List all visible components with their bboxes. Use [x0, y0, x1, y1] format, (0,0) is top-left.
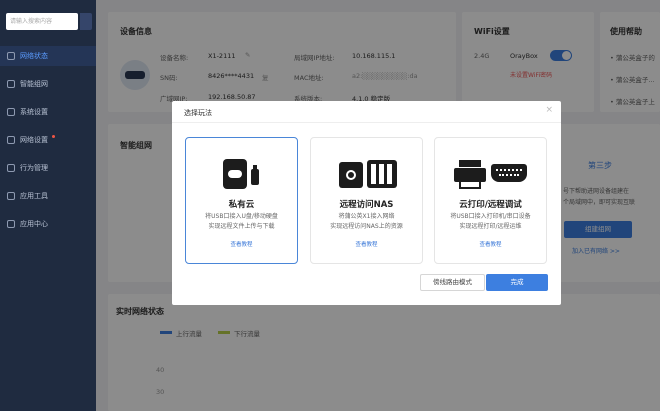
printer-top — [459, 160, 481, 167]
sidebar-item-smart-network[interactable]: 智能组网 — [0, 74, 96, 94]
router-mode-button[interactable]: 傍线路由模式 — [420, 274, 485, 291]
sidebar-item-tools[interactable]: 应用工具 — [0, 186, 96, 206]
monitor-icon — [7, 52, 15, 60]
option-name: 云打印/远程调试 — [459, 200, 522, 210]
sidebar-item-app-center[interactable]: 应用中心 — [0, 214, 96, 234]
choose-mode-modal: 选择玩法 × 私有云 将USB口接入U盘/移动硬盘 实现远程文件上传与下载 查看教… — [172, 101, 561, 305]
sidebar-item-label: 系统设置 — [20, 108, 48, 116]
option-desc: 将USB口接入打印机/串口设备 实现远程打印/远程运维 — [435, 212, 546, 232]
desc-line: 实现远程文件上传与下载 — [208, 223, 275, 230]
option-private-cloud[interactable]: 私有云 将USB口接入U盘/移动硬盘 实现远程文件上传与下载 查看教程 — [185, 137, 298, 264]
desc-line: 将蒲公英X1接入网络 — [338, 213, 395, 220]
sidebar-item-system-settings[interactable]: 系统设置 — [0, 102, 96, 122]
notification-dot — [52, 135, 55, 138]
drive-bay — [387, 164, 392, 184]
sidebar-item-network-status[interactable]: 网络状态 — [0, 46, 96, 66]
printer-serial-icon — [435, 156, 546, 190]
printer-paper — [459, 180, 481, 189]
desc-line: 将USB口接入U盘/移动硬盘 — [205, 213, 278, 220]
desc-line: 将USB口接入打印机/串口设备 — [450, 213, 531, 220]
sidebar: 请输入搜索内容 网络状态 智能组网 系统设置 网络设置 行为管理 应用工具 应用… — [0, 0, 96, 411]
sidebar-item-label: 智能组网 — [20, 80, 48, 88]
view-tutorial-link[interactable]: 查看教程 — [311, 240, 422, 248]
lens-shape — [346, 170, 356, 180]
view-tutorial-link[interactable]: 查看教程 — [435, 240, 546, 248]
globe-icon — [7, 136, 15, 144]
usb-stick-shape — [251, 169, 259, 185]
sidebar-item-behavior[interactable]: 行为管理 — [0, 158, 96, 178]
usb-plug-shape — [253, 165, 257, 169]
search-button[interactable] — [80, 13, 92, 30]
option-desc: 将蒲公英X1接入网络实现远程访问NAS上的资源 — [311, 212, 422, 232]
tools-icon — [7, 192, 15, 200]
modal-title: 选择玩法 — [184, 109, 212, 117]
serial-port-shape — [491, 164, 527, 182]
option-name: 远程访问NAS — [339, 200, 394, 210]
view-tutorial-link[interactable]: 查看教程 — [186, 240, 297, 248]
pin-row — [496, 169, 522, 171]
storage-device-shape — [223, 159, 247, 189]
shield-icon — [7, 164, 15, 172]
done-button[interactable]: 完成 — [486, 274, 548, 291]
nas-icon — [311, 156, 422, 190]
drive-bay — [379, 164, 384, 184]
option-name: 私有云 — [228, 200, 255, 210]
option-cloud-print[interactable]: 云打印/远程调试 将USB口接入打印机/串口设备 实现远程打印/远程运维 查看教程 — [434, 137, 547, 264]
close-icon[interactable]: × — [545, 105, 553, 115]
sidebar-item-label: 网络设置 — [20, 136, 48, 144]
pin-row — [499, 174, 519, 176]
drive-bay — [371, 164, 376, 184]
sidebar-item-label: 网络状态 — [20, 52, 48, 60]
gear-icon — [7, 108, 15, 116]
sidebar-item-network-settings[interactable]: 网络设置 — [0, 130, 96, 150]
modal-divider — [172, 122, 561, 123]
option-desc: 将USB口接入U盘/移动硬盘 实现远程文件上传与下载 — [186, 212, 297, 232]
cloud-usb-icon — [186, 156, 297, 190]
nas-drive-shape — [367, 160, 397, 188]
desc-line: 实现远程访问NAS上的资源 — [330, 223, 403, 230]
network-icon — [7, 80, 15, 88]
cloud-shape — [228, 170, 242, 178]
box-device-shape — [339, 162, 363, 188]
sidebar-item-label: 应用中心 — [20, 220, 48, 228]
apps-icon — [7, 220, 15, 228]
search-input[interactable]: 请输入搜索内容 — [6, 13, 78, 30]
sidebar-item-label: 应用工具 — [20, 192, 48, 200]
desc-line: 实现远程打印/远程运维 — [459, 223, 522, 230]
sidebar-item-label: 行为管理 — [20, 164, 48, 172]
option-remote-nas[interactable]: 远程访问NAS 将蒲公英X1接入网络实现远程访问NAS上的资源 查看教程 — [310, 137, 423, 264]
